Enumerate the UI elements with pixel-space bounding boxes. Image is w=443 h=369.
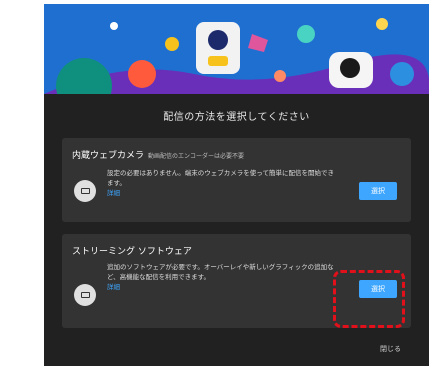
- webcam-glyph: [80, 188, 90, 194]
- webcam-icon: [74, 180, 96, 202]
- option-title-text: 内蔵ウェブカメラ: [72, 151, 145, 161]
- hero-art: [44, 4, 429, 94]
- dialog-heading: 配信の方法を選択してください: [163, 112, 310, 123]
- select-webcam-button[interactable]: 選択: [359, 182, 397, 200]
- highlight-annotation: [333, 270, 405, 328]
- screenshot-stage: 配信の方法を選択してください 内蔵ウェブカメラ 動画配信のエンコーダーは必要不要 …: [0, 0, 443, 369]
- option-subtitle: 動画配信のエンコーダーは必要不要: [148, 153, 245, 160]
- option-description-text: 追加のソフトウェアが必要です。オーバーレイや新しいグラフィックの追加など、高機能…: [107, 263, 334, 281]
- option-title: ストリーミング ソフトウェア: [72, 244, 192, 257]
- learn-more-link[interactable]: 詳細: [107, 188, 337, 198]
- streaming-software-icon: [74, 284, 96, 306]
- option-description-text: 設定の必要はありません。端末のウェブカメラを使って簡単に配信を開始できます。: [107, 169, 334, 187]
- hero-illustration: [44, 4, 429, 94]
- close-button[interactable]: 閉じる: [380, 344, 401, 354]
- learn-more-link[interactable]: 詳細: [107, 282, 337, 292]
- option-card-webcam: 内蔵ウェブカメラ 動画配信のエンコーダーは必要不要 設定の必要はありません。端末の…: [62, 138, 411, 222]
- software-glyph: [80, 292, 90, 298]
- option-title: 内蔵ウェブカメラ 動画配信のエンコーダーは必要不要: [72, 148, 244, 161]
- option-title-text: ストリーミング ソフトウェア: [72, 247, 192, 257]
- option-description: 追加のソフトウェアが必要です。オーバーレイや新しいグラフィックの追加など、高機能…: [107, 262, 337, 292]
- option-description: 設定の必要はありません。端末のウェブカメラを使って簡単に配信を開始できます。 詳…: [107, 168, 337, 198]
